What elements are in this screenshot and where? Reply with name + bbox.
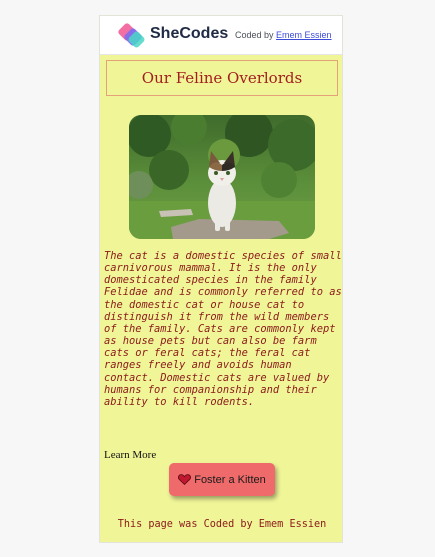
foster-kitten-label: Foster a Kitten <box>194 473 266 486</box>
cat-photo <box>129 115 315 239</box>
footer-credit: This page was Coded by Emem Essien <box>117 519 327 530</box>
page-title: Our Feline Overlords <box>106 60 338 96</box>
cat-photo-image <box>129 115 315 239</box>
coded-by: Coded by Emem Essien <box>235 30 332 40</box>
learn-more-link[interactable]: Learn More <box>104 449 156 461</box>
author-link[interactable]: Emem Essien <box>276 30 332 40</box>
page-card: SheCodes Coded by Emem Essien Our Feline… <box>99 15 343 543</box>
coded-by-prefix: Coded by <box>235 30 277 40</box>
shecodes-logo-icon <box>118 23 145 48</box>
heart-icon <box>178 474 192 485</box>
foster-kitten-button[interactable]: Foster a Kitten <box>169 463 275 496</box>
logo-text: SheCodes <box>150 25 229 42</box>
top-bar: SheCodes Coded by Emem Essien <box>100 16 342 55</box>
cat-description: The cat is a domestic species of small c… <box>104 250 342 408</box>
